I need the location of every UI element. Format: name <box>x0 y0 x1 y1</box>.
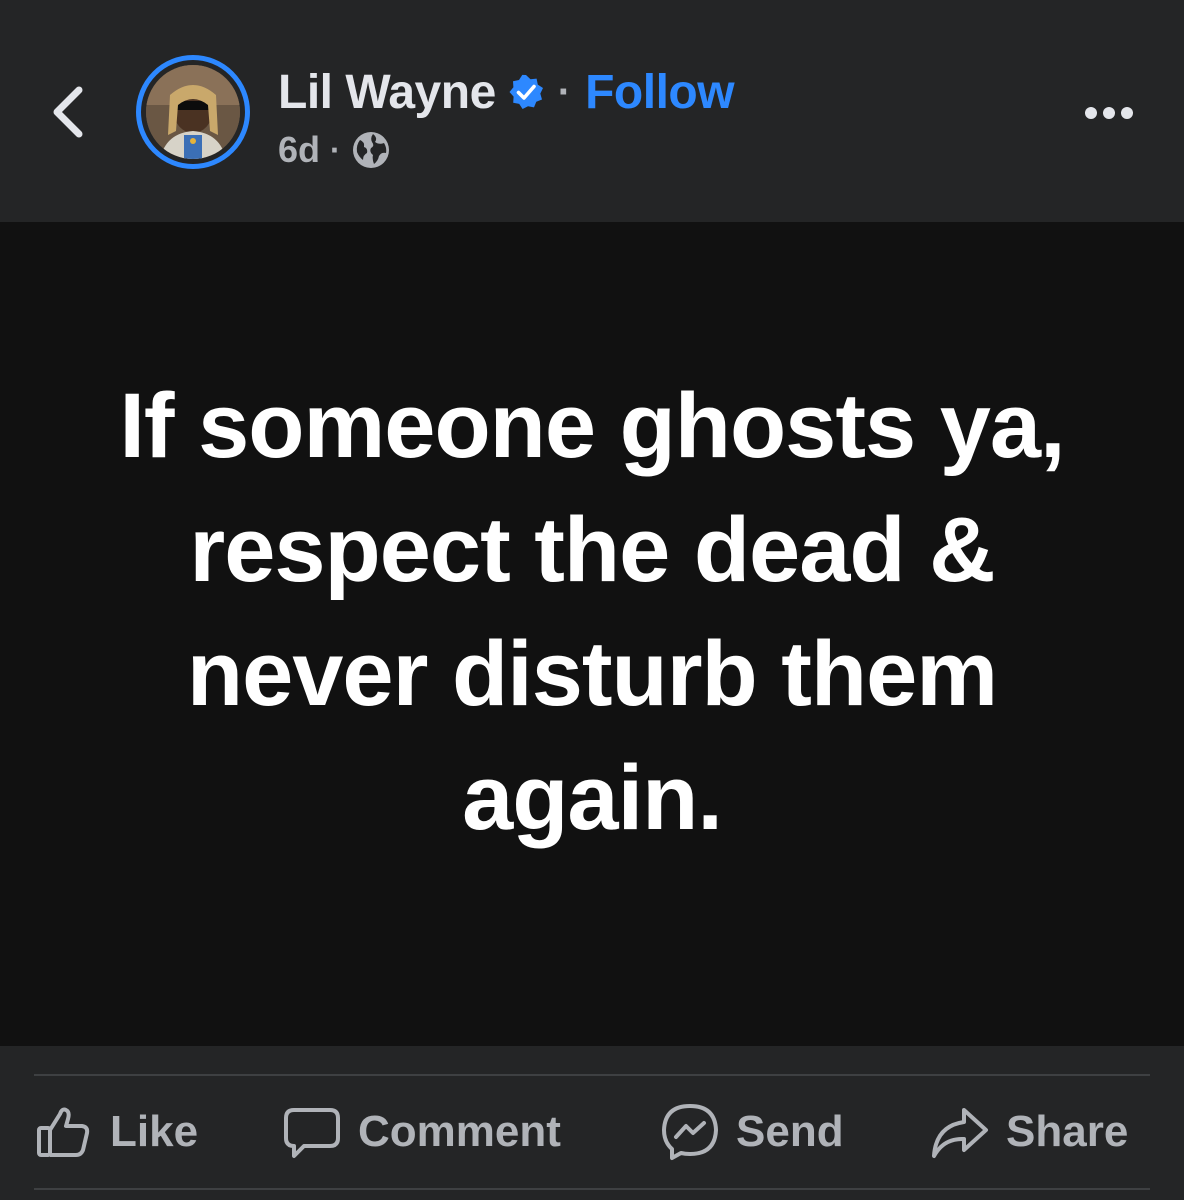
action-bar: Like Comment Send Share <box>0 1046 1184 1200</box>
messenger-icon <box>660 1102 720 1162</box>
header-separator: · <box>557 69 572 114</box>
follow-button[interactable]: Follow <box>585 65 734 120</box>
share-button[interactable]: Share <box>930 1076 1128 1188</box>
post-view: Lil Wayne · Follow 6d · If someone ghost… <box>0 0 1184 1200</box>
chevron-left-icon <box>53 86 83 138</box>
comment-label: Comment <box>358 1107 561 1156</box>
post-header: Lil Wayne · Follow 6d · <box>0 0 1184 222</box>
more-options-button[interactable] <box>1074 88 1144 138</box>
meta-separator: · <box>330 131 341 168</box>
like-label: Like <box>110 1107 199 1156</box>
avatar-image <box>146 65 240 159</box>
globe-icon <box>351 130 391 170</box>
action-buttons: Like Comment Send Share <box>0 1076 1184 1188</box>
share-label: Share <box>1006 1107 1129 1156</box>
share-arrow-icon <box>930 1102 990 1162</box>
more-horizontal-icon <box>1085 107 1133 119</box>
back-button[interactable] <box>40 80 96 144</box>
post-meta: 6d · <box>278 126 391 174</box>
divider <box>34 1188 1150 1190</box>
post-content[interactable]: If someone ghosts ya, respect the dead &… <box>0 222 1184 1046</box>
timestamp[interactable]: 6d <box>278 129 320 171</box>
send-button[interactable]: Send <box>660 1076 844 1188</box>
comment-button[interactable]: Comment <box>282 1076 561 1188</box>
comment-bubble-icon <box>282 1102 342 1162</box>
thumbs-up-icon <box>34 1102 94 1162</box>
post-text: If someone ghosts ya, respect the dead &… <box>119 375 1065 849</box>
send-label: Send <box>736 1107 844 1156</box>
author-row: Lil Wayne · Follow <box>278 62 735 122</box>
avatar[interactable] <box>136 55 250 169</box>
like-button[interactable]: Like <box>34 1076 198 1188</box>
verified-badge-icon <box>508 74 544 110</box>
author-name[interactable]: Lil Wayne <box>278 65 496 120</box>
